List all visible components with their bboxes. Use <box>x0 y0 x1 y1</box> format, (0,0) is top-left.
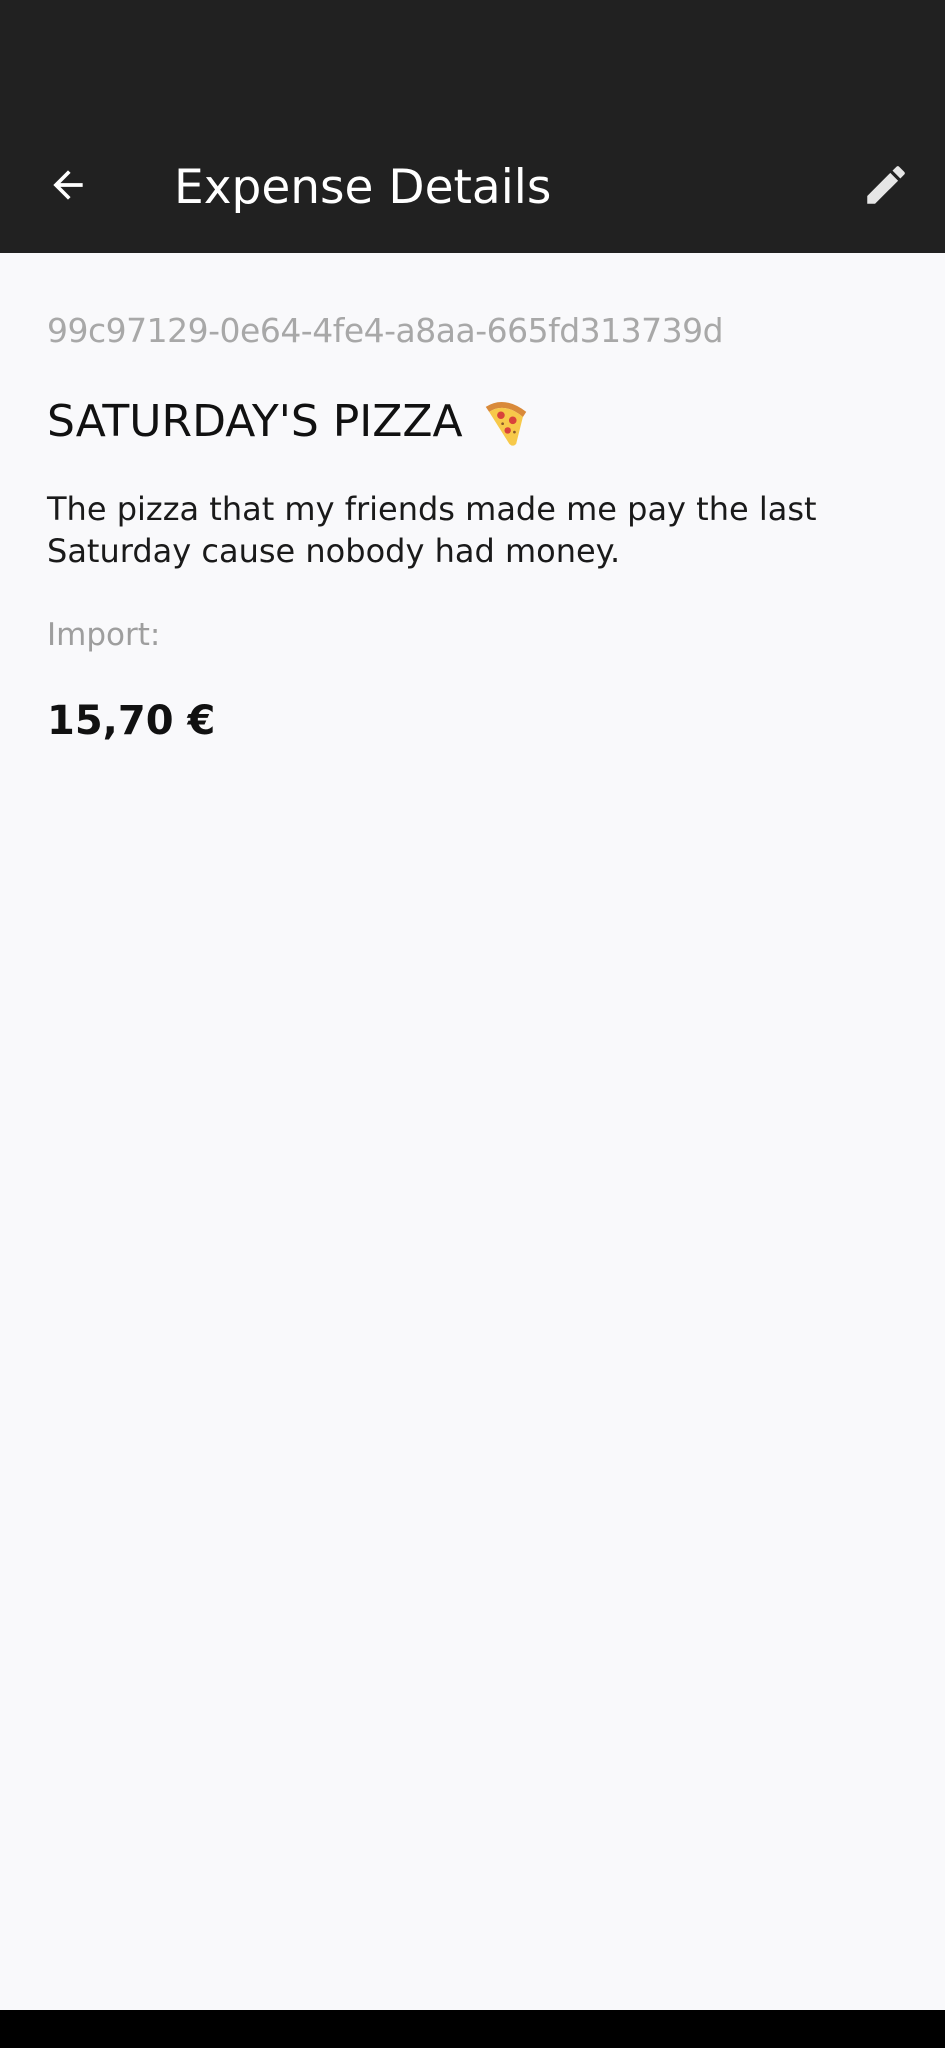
system-navigation-bar <box>0 2010 945 2048</box>
arrow-back-icon <box>53 170 83 200</box>
back-button[interactable] <box>30 147 106 223</box>
page-title: Expense Details <box>174 160 552 215</box>
pizza-icon <box>485 401 526 446</box>
import-label: Import: <box>47 617 161 653</box>
app-bar: Expense Details <box>0 0 945 253</box>
edit-button[interactable] <box>848 147 924 223</box>
expense-id: 99c97129-0e64-4fe4-a8aa-665fd313739d <box>47 311 724 350</box>
pencil-icon <box>867 166 905 204</box>
expense-title-row: SATURDAY'S PIZZA <box>47 392 533 452</box>
expense-amount: 15,70 € <box>47 698 216 744</box>
expense-title: SATURDAY'S PIZZA <box>47 396 463 447</box>
expense-description: The pizza that my friends made me pay th… <box>47 490 817 570</box>
